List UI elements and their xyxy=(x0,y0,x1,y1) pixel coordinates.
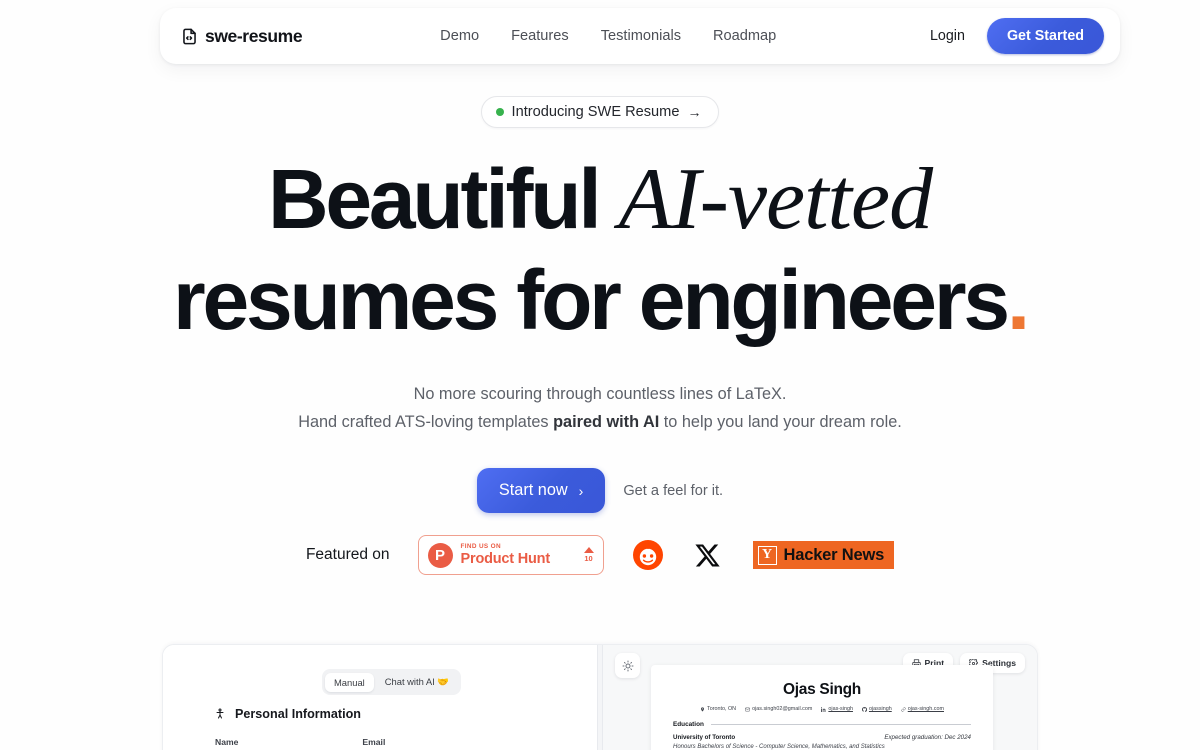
page-title: Beautiful AI-vetted resumes for engineer… xyxy=(0,156,1200,343)
subtitle-line-2-b: to help you land your dream role. xyxy=(659,413,902,432)
product-hunt-icon: P xyxy=(427,542,453,568)
nav-links: Demo Features Testimonials Roadmap xyxy=(440,28,776,44)
mail-icon xyxy=(745,707,750,711)
chevron-right-icon: › xyxy=(578,482,584,499)
get-started-button[interactable]: Get Started xyxy=(986,18,1104,54)
start-now-label: Start now xyxy=(498,481,568,500)
subtitle-line-2: Hand crafted ATS-loving templates paired… xyxy=(0,408,1200,436)
login-link[interactable]: Login xyxy=(930,28,965,44)
contact-location: Toronto, ON xyxy=(700,706,736,712)
subtitle-emphasis: paired with AI xyxy=(553,413,660,432)
announcement-text: Introducing SWE Resume xyxy=(511,104,680,120)
email-field-label: Email xyxy=(362,737,386,747)
hero-section: Introducing SWE Resume → Beautiful AI-ve… xyxy=(0,96,1200,514)
get-a-feel-link[interactable]: Get a feel for it. xyxy=(623,483,723,499)
headline-word-ai-vetted: AI-vetted xyxy=(618,151,933,248)
product-hunt-name: Product Hunt xyxy=(460,550,551,567)
education-degree: Honours Bachelors of Science - Computer … xyxy=(673,744,885,750)
contact-location-text: Toronto, ON xyxy=(707,706,737,712)
nav-link-demo[interactable]: Demo xyxy=(440,28,479,44)
person-icon xyxy=(216,708,224,719)
preview-editor-pane: Manual Chat with AI 🤝 Personal Informati… xyxy=(163,645,597,750)
hacker-news-icon: Y xyxy=(757,545,777,565)
mode-chat-with-ai-tab[interactable]: Chat with AI 🤝 xyxy=(376,672,458,692)
status-dot-icon xyxy=(495,108,504,116)
editor-field-labels: Name Email xyxy=(215,737,575,747)
nav-link-roadmap[interactable]: Roadmap xyxy=(713,28,776,44)
contact-linkedin-text: ojas-singh xyxy=(828,706,853,712)
headline-line-1: Beautiful AI-vetted xyxy=(0,156,1200,244)
headline-period: . xyxy=(1006,253,1030,347)
personal-information-header: Personal Information xyxy=(214,707,361,721)
contact-email-text: ojas.singh02@gmail.com xyxy=(752,706,813,712)
landing-page: swe-resume Demo Features Testimonials Ro… xyxy=(0,0,1200,750)
upvote-triangle-icon xyxy=(583,547,594,554)
arrow-right-icon: → xyxy=(687,104,702,120)
headline-text-resumes: resumes for engineers xyxy=(173,253,1010,347)
mode-manual-tab[interactable]: Manual xyxy=(325,672,374,692)
reddit-icon[interactable] xyxy=(632,539,664,571)
navbar: swe-resume Demo Features Testimonials Ro… xyxy=(160,8,1120,64)
preview-viewer-pane: Print Settings Ojas Singh Toronto, ON oj… xyxy=(603,645,1037,750)
navbar-actions: Login Get Started xyxy=(930,18,1104,54)
featured-on-row: Featured on P FIND US ON Product Hunt 10 xyxy=(0,535,1200,575)
linkedin-icon xyxy=(821,706,826,712)
education-heading: Education xyxy=(673,721,704,728)
theme-toggle-button[interactable] xyxy=(615,653,640,678)
app-preview: Manual Chat with AI 🤝 Personal Informati… xyxy=(162,644,1038,750)
x-twitter-icon[interactable] xyxy=(694,542,721,569)
section-divider xyxy=(710,724,971,725)
brand-name: swe-resume xyxy=(205,25,303,46)
cta-row: Start now › Get a feel for it. xyxy=(0,468,1200,514)
github-icon xyxy=(861,706,867,712)
hacker-news-badge[interactable]: Y Hacker News xyxy=(752,541,895,569)
product-hunt-text: FIND US ON Product Hunt xyxy=(460,542,551,567)
nav-link-testimonials[interactable]: Testimonials xyxy=(601,28,681,44)
subtitle-line-1: No more scouring through countless lines… xyxy=(413,385,787,403)
resume-section-education: Education xyxy=(673,721,971,728)
contact-website[interactable]: ojas-singh.com xyxy=(901,706,944,712)
brand-logo[interactable]: swe-resume xyxy=(180,25,303,47)
resume-contacts: Toronto, ON ojas.singh02@gmail.com ojas-… xyxy=(673,706,971,712)
product-hunt-votes: 10 xyxy=(583,547,594,564)
hacker-news-label: Hacker News xyxy=(783,545,885,564)
product-hunt-vote-count: 10 xyxy=(584,554,593,564)
contact-website-text: ojas-singh.com xyxy=(907,706,944,712)
sun-icon xyxy=(622,660,633,671)
resume-name: Ojas Singh xyxy=(783,681,861,698)
start-now-button[interactable]: Start now › xyxy=(476,468,606,514)
announcement-badge[interactable]: Introducing SWE Resume → xyxy=(480,96,720,128)
contact-github-text: ojassingh xyxy=(868,706,892,712)
education-graduation: Expected graduation: Dec 2024 xyxy=(884,734,971,741)
contact-email: ojas.singh02@gmail.com xyxy=(745,706,812,712)
headline-line-2: resumes for engineers. xyxy=(0,258,1200,342)
resume-document: Ojas Singh Toronto, ON ojas.singh02@gmai… xyxy=(651,665,993,750)
education-entry-header: University of Toronto Expected graduatio… xyxy=(673,734,971,741)
headline-word-beautiful: Beautiful xyxy=(267,152,602,246)
education-school: University of Toronto xyxy=(673,734,736,741)
hero-subtitle: No more scouring through countless lines… xyxy=(0,380,1200,436)
editor-mode-toggle: Manual Chat with AI 🤝 xyxy=(322,669,462,695)
file-code-icon xyxy=(183,28,196,44)
personal-information-title: Personal Information xyxy=(235,707,361,721)
product-hunt-badge[interactable]: P FIND US ON Product Hunt 10 xyxy=(417,535,604,575)
contact-linkedin[interactable]: ojas-singh xyxy=(821,706,853,712)
product-hunt-kicker: FIND US ON xyxy=(460,542,501,550)
subtitle-line-2-a: Hand crafted ATS-loving templates xyxy=(298,413,554,432)
location-icon xyxy=(701,706,704,712)
featured-on-label: Featured on xyxy=(305,546,390,563)
nav-link-features[interactable]: Features xyxy=(511,28,569,44)
contact-github[interactable]: ojassingh xyxy=(861,706,892,712)
name-field-label: Name xyxy=(215,737,239,747)
globe-icon xyxy=(901,706,906,712)
